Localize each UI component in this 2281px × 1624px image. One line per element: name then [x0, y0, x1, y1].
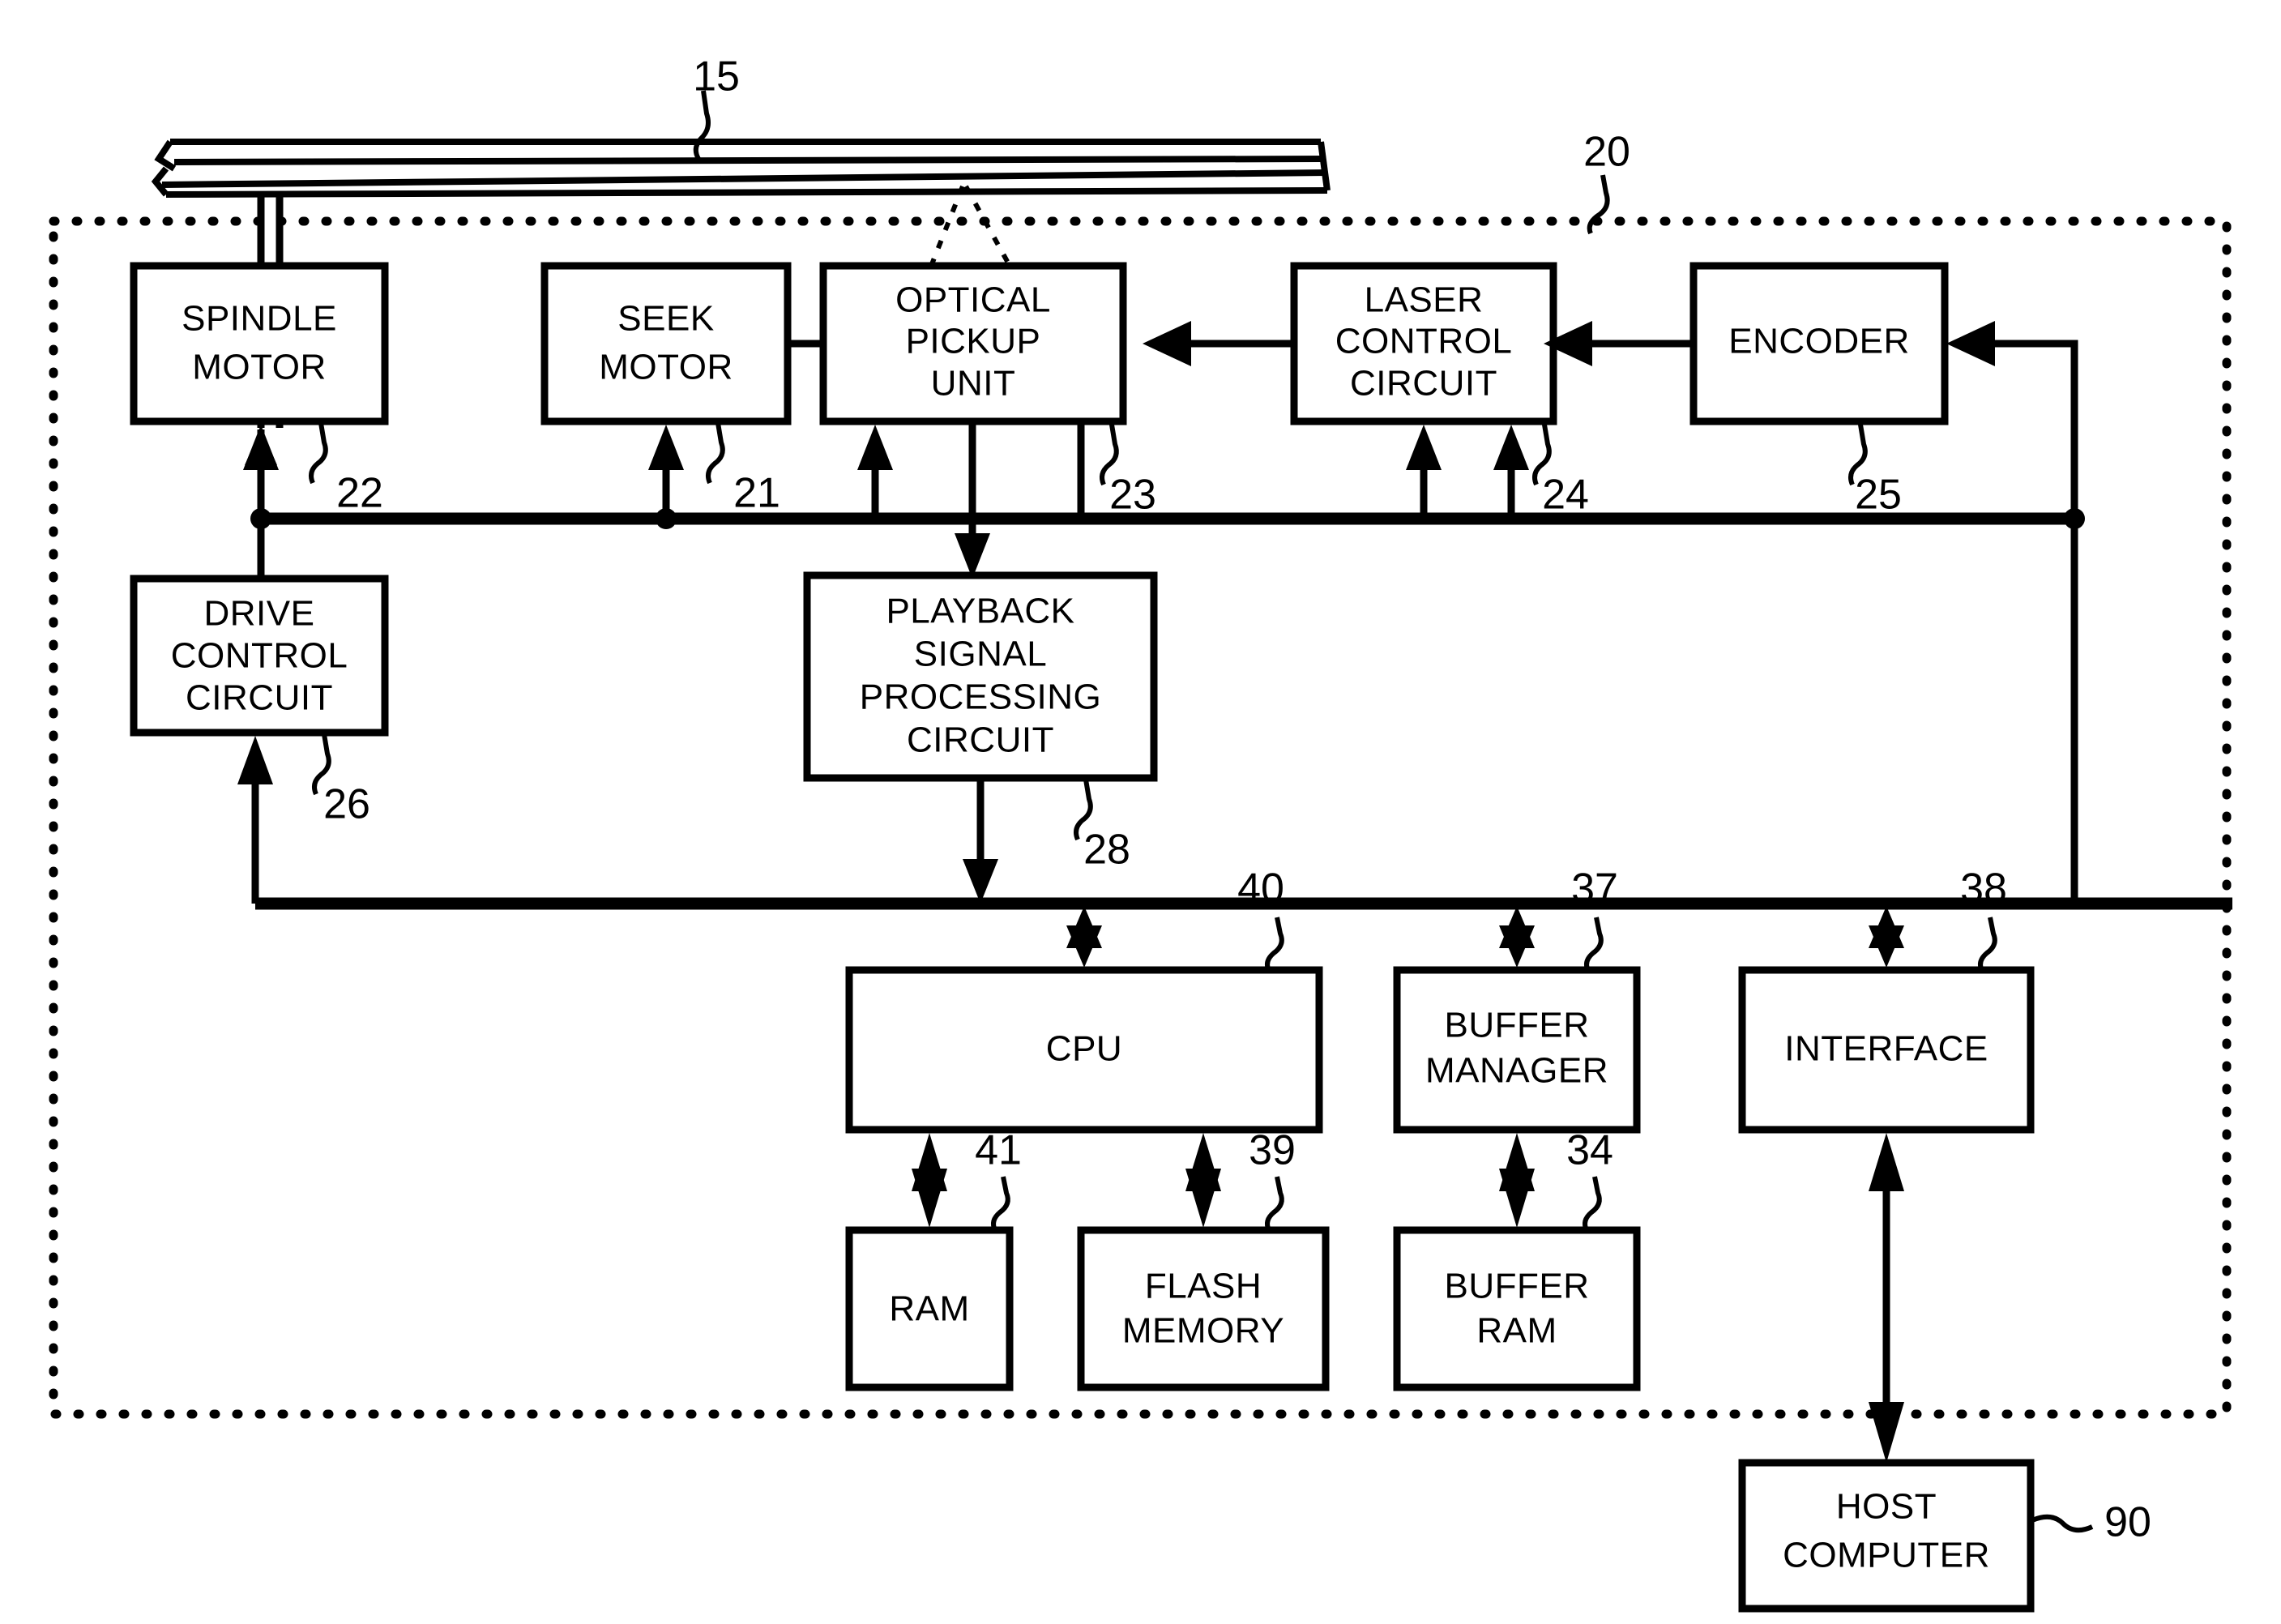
arrow-optical-pickup-power — [857, 425, 893, 519]
arrow-spindle-motor — [243, 425, 279, 519]
ref-number-buffer-manager: 37 — [1571, 865, 1618, 912]
drive-control-label-line1: DRIVE — [204, 594, 315, 634]
wire-opu-to-playback — [955, 421, 990, 579]
playback-label-line1: PLAYBACK — [886, 592, 1074, 631]
playback-label-line3: PROCESSING — [860, 677, 1101, 717]
ref-leader-flash — [1265, 1176, 1284, 1232]
block-laser-control-circuit[interactable]: LASER CONTROL CIRCUIT — [1290, 262, 1557, 425]
ref-number-seek-motor: 21 — [733, 470, 780, 517]
block-seek-motor[interactable]: SEEK MOTOR — [540, 262, 792, 425]
laser-beam-dashed — [929, 185, 1011, 266]
cpu-label: CPU — [1046, 1029, 1122, 1069]
arrow-seek-motor — [648, 425, 684, 519]
patent-figure: SPINDLE MOTOR SEEK MOTOR OPTICAL PICKUP … — [0, 0, 2281, 1624]
flash-label-line1: FLASH — [1145, 1267, 1262, 1306]
drive-control-label-line3: CIRCUIT — [186, 678, 333, 718]
wire-playback-to-bus — [963, 778, 998, 904]
ref-number-cpu: 40 — [1237, 865, 1284, 912]
block-buffer-manager[interactable]: BUFFER MANAGER — [1393, 966, 1641, 1134]
drive-control-label-line2: CONTROL — [171, 636, 348, 676]
buffer-manager-label-line2: MANAGER — [1425, 1051, 1608, 1091]
ref-number-playback: 28 — [1083, 827, 1130, 874]
spindle-motor-label-line1: SPINDLE — [182, 299, 337, 339]
block-buffer-ram[interactable]: BUFFER RAM — [1393, 1226, 1641, 1391]
wire-interface-host — [1869, 1133, 1904, 1463]
buffer-ram-label-line2: RAM — [1476, 1311, 1557, 1351]
upper-control-bus — [250, 508, 2085, 529]
ref-number-interface: 38 — [1960, 865, 2007, 912]
block-spindle-motor[interactable]: SPINDLE MOTOR — [130, 262, 389, 425]
ref-leader-buffer-ram — [1583, 1176, 1602, 1232]
ref-number-encoder: 25 — [1855, 472, 1902, 519]
wire-cpu-ram — [912, 1133, 947, 1228]
wire-cpu-bus — [1066, 906, 1102, 968]
ref-leader-host — [2031, 1514, 2094, 1533]
ref-number-flash-memory: 39 — [1249, 1127, 1296, 1174]
host-label-line2: COMPUTER — [1783, 1536, 1990, 1575]
ref-leader-spindle-motor — [309, 422, 328, 485]
block-ram[interactable]: RAM — [845, 1226, 1014, 1391]
block-drive-control-circuit[interactable]: DRIVE CONTROL CIRCUIT — [130, 575, 389, 737]
ref-leader-cpu — [1265, 917, 1284, 972]
interface-label: INTERFACE — [1784, 1029, 1988, 1069]
block-diagram-canvas: SPINDLE MOTOR SEEK MOTOR OPTICAL PICKUP … — [49, 53, 2232, 1613]
arrow-laser-control-secondary — [1493, 425, 1529, 519]
ref-number-enclosure: 20 — [1583, 129, 1630, 176]
wire-cpu-flash — [1185, 1133, 1221, 1228]
ref-leader-disc — [693, 90, 711, 160]
ref-number-spindle-motor: 22 — [336, 470, 383, 517]
wire-laser-control-to-opu — [1143, 321, 1294, 366]
playback-label-line4: CIRCUIT — [907, 720, 1054, 760]
ref-number-drive-control: 26 — [323, 781, 370, 828]
spindle-motor-label-line2: MOTOR — [192, 348, 326, 387]
ref-leader-interface — [1978, 917, 1997, 972]
optical-pickup-label-line3: UNIT — [931, 364, 1016, 404]
laser-control-label-line1: LASER — [1365, 280, 1484, 320]
wire-buffer-manager-bus — [1499, 906, 1535, 968]
wire-interface-bus — [1869, 906, 1904, 968]
wire-encoder-to-laser-control — [1544, 321, 1694, 366]
ref-leader-ram — [991, 1176, 1010, 1232]
block-encoder[interactable]: ENCODER — [1689, 262, 1949, 425]
laser-control-label-line2: CONTROL — [1335, 322, 1513, 361]
playback-label-line2: SIGNAL — [914, 635, 1047, 674]
ref-leader-buffer-manager — [1584, 917, 1604, 972]
host-label-line1: HOST — [1836, 1487, 1937, 1527]
block-host-computer[interactable]: HOST COMPUTER — [1738, 1459, 2035, 1613]
arrow-drive-control-from-bus — [237, 736, 273, 904]
ref-leader-seek-motor — [706, 422, 725, 485]
block-optical-pickup-unit[interactable]: OPTICAL PICKUP UNIT — [819, 262, 1127, 425]
ref-number-laser-control: 24 — [1542, 472, 1589, 519]
ref-number-disc: 15 — [693, 53, 740, 100]
arrow-laser-control — [1406, 425, 1442, 519]
block-playback-signal-processing-circuit[interactable]: PLAYBACK SIGNAL PROCESSING CIRCUIT — [803, 571, 1158, 782]
flash-label-line2: MEMORY — [1122, 1311, 1284, 1351]
optical-pickup-label-line2: PICKUP — [906, 322, 1041, 361]
wire-bus-to-encoder — [1946, 321, 2078, 519]
buffer-ram-label-line1: BUFFER — [1445, 1267, 1590, 1306]
block-interface[interactable]: INTERFACE — [1738, 966, 2035, 1134]
seek-motor-label-line1: SEEK — [617, 299, 714, 339]
seek-motor-label-line2: MOTOR — [599, 348, 733, 387]
optical-pickup-label-line1: OPTICAL — [895, 280, 1051, 320]
ref-number-buffer-ram: 34 — [1566, 1127, 1613, 1174]
laser-control-label-line3: CIRCUIT — [1350, 364, 1497, 404]
encoder-label: ENCODER — [1728, 322, 1910, 361]
ref-number-ram: 41 — [975, 1127, 1022, 1174]
ref-number-host-computer: 90 — [2104, 1499, 2151, 1546]
block-cpu[interactable]: CPU — [845, 966, 1323, 1134]
block-flash-memory[interactable]: FLASH MEMORY — [1077, 1226, 1330, 1391]
ram-label: RAM — [889, 1289, 969, 1329]
ref-number-optical-pickup: 23 — [1109, 472, 1156, 519]
buffer-manager-label-line1: BUFFER — [1445, 1006, 1590, 1045]
wire-buffer-manager-buffer-ram — [1499, 1133, 1535, 1228]
